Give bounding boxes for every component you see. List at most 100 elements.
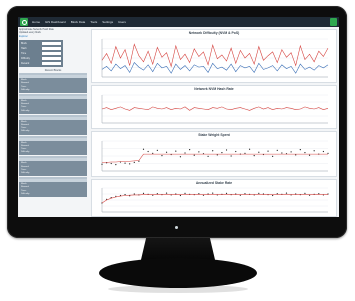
- nav-item-gis-dashboard[interactable]: GIS Dashboard: [45, 20, 66, 24]
- monitor-stand-shadow: [108, 285, 248, 293]
- data-point: [133, 161, 135, 163]
- data-point: [179, 156, 182, 158]
- block-card-head: [19, 179, 87, 183]
- data-point: [258, 192, 260, 194]
- app-logo-icon[interactable]: [20, 18, 28, 26]
- data-point: [161, 155, 163, 157]
- chart-svg[interactable]: [92, 132, 336, 176]
- charts-area: Network Difficulty (NVM & PoS) Network N…: [91, 29, 337, 217]
- nav-item-block-data[interactable]: Block Data: [71, 20, 86, 24]
- status-flag-icon[interactable]: [330, 18, 337, 26]
- block-card-line: Difficulty:: [21, 88, 30, 91]
- data-point: [124, 194, 126, 196]
- summary-key: Reward: [21, 62, 30, 66]
- data-point: [285, 192, 288, 194]
- block-card-line: Difficulty:: [21, 192, 30, 195]
- power-led-icon: [175, 226, 178, 229]
- block-card-head: [19, 96, 87, 100]
- trend-line: [101, 153, 328, 164]
- block-card[interactable]: Block: Reward: Time: Difficulty:: [19, 177, 87, 198]
- block-card-head: [19, 75, 87, 79]
- nav-item-tools[interactable]: Tools: [90, 20, 97, 24]
- data-point: [272, 155, 274, 157]
- data-point: [272, 194, 274, 197]
- block-card[interactable]: Block: Reward: Time: Difficulty:: [19, 135, 87, 156]
- monitor-screen: Home GIS Dashboard Block Data Tools Sett…: [18, 17, 339, 217]
- summary-value: [42, 47, 61, 51]
- nav-item-users[interactable]: Users: [118, 20, 126, 24]
- block-card[interactable]: Block: Reward: Time: Difficulty:: [19, 156, 87, 177]
- summary-value: [42, 57, 61, 61]
- explorer-link[interactable]: Explorer: [19, 35, 89, 38]
- app-navbar: Home GIS Dashboard Block Data Tools Sett…: [18, 17, 339, 27]
- nav-item-home[interactable]: Home: [32, 20, 40, 24]
- data-point: [212, 150, 214, 152]
- summary-key: Time: [21, 52, 27, 56]
- data-point: [304, 152, 306, 154]
- data-point: [175, 150, 177, 152]
- data-point: [207, 155, 209, 157]
- data-point: [244, 152, 246, 154]
- block-card-head: [19, 137, 87, 141]
- summary-key: Block: [21, 42, 27, 46]
- nav-item-settings[interactable]: Settings: [102, 20, 113, 24]
- section-title-recent-blocks: Recent Blocks: [44, 69, 62, 73]
- block-card[interactable]: Block: Reward: Time: Difficulty:: [19, 94, 87, 114]
- data-point: [212, 192, 214, 194]
- summary-value: [42, 52, 61, 56]
- block-card-head: [19, 116, 87, 120]
- summary-key: Hash: [21, 47, 27, 51]
- data-point: [165, 151, 168, 153]
- data-point: [115, 164, 117, 166]
- data-point: [304, 192, 306, 194]
- summary-value: [42, 42, 61, 46]
- series-line: [101, 106, 329, 111]
- block-card[interactable]: Block: Reward: Time: Difficulty:: [19, 73, 87, 94]
- summary-row: Reward: [21, 61, 61, 66]
- monitor-bezel: Home GIS Dashboard Block Data Tools Sett…: [7, 6, 347, 238]
- data-point: [299, 149, 301, 151]
- data-point: [189, 149, 191, 151]
- data-point: [290, 151, 292, 153]
- block-card-line: Difficulty:: [21, 151, 30, 154]
- data-point: [156, 149, 158, 151]
- data-point: [267, 150, 269, 152]
- monitor-stand-base: [99, 258, 257, 288]
- block-card-line: Difficulty:: [21, 172, 30, 175]
- data-point: [198, 151, 200, 153]
- data-point: [258, 151, 260, 153]
- sidebar: Approximate Network Hash Rate Updated ev…: [19, 28, 89, 216]
- data-point: [276, 149, 278, 151]
- data-point: [124, 162, 126, 164]
- block-card-head: [19, 158, 87, 162]
- data-point: [165, 192, 168, 194]
- data-point: [235, 150, 237, 153]
- block-card[interactable]: Block: Reward: Time: Difficulty:: [19, 114, 87, 135]
- chart-panel-hash-rate: Network NVM Hash Rate: [91, 85, 337, 129]
- data-point: [179, 194, 182, 197]
- trend-line: [101, 194, 328, 204]
- data-point: [101, 163, 103, 165]
- data-point: [244, 193, 246, 195]
- series-line: [101, 62, 329, 74]
- data-point: [129, 163, 131, 165]
- chart-svg[interactable]: [92, 86, 336, 128]
- data-point: [216, 154, 218, 156]
- data-point: [230, 155, 232, 157]
- summary-box: Block Hash Time Difficulty Reward: [19, 40, 63, 68]
- block-card-line: Difficulty:: [21, 130, 30, 133]
- chart-svg[interactable]: [92, 180, 336, 216]
- data-point: [248, 148, 251, 150]
- data-point: [318, 193, 320, 195]
- data-point: [276, 193, 278, 195]
- data-point: [152, 152, 154, 154]
- data-point: [147, 150, 149, 153]
- block-card-line: Difficulty:: [21, 109, 30, 112]
- chart-svg[interactable]: [92, 30, 336, 82]
- data-point: [253, 155, 255, 157]
- data-point: [142, 192, 145, 194]
- chart-panel-annualized-stake: Annualized Stake Rate: [91, 179, 337, 217]
- data-point: [221, 152, 223, 154]
- data-point: [193, 154, 195, 156]
- series-line: [101, 43, 329, 68]
